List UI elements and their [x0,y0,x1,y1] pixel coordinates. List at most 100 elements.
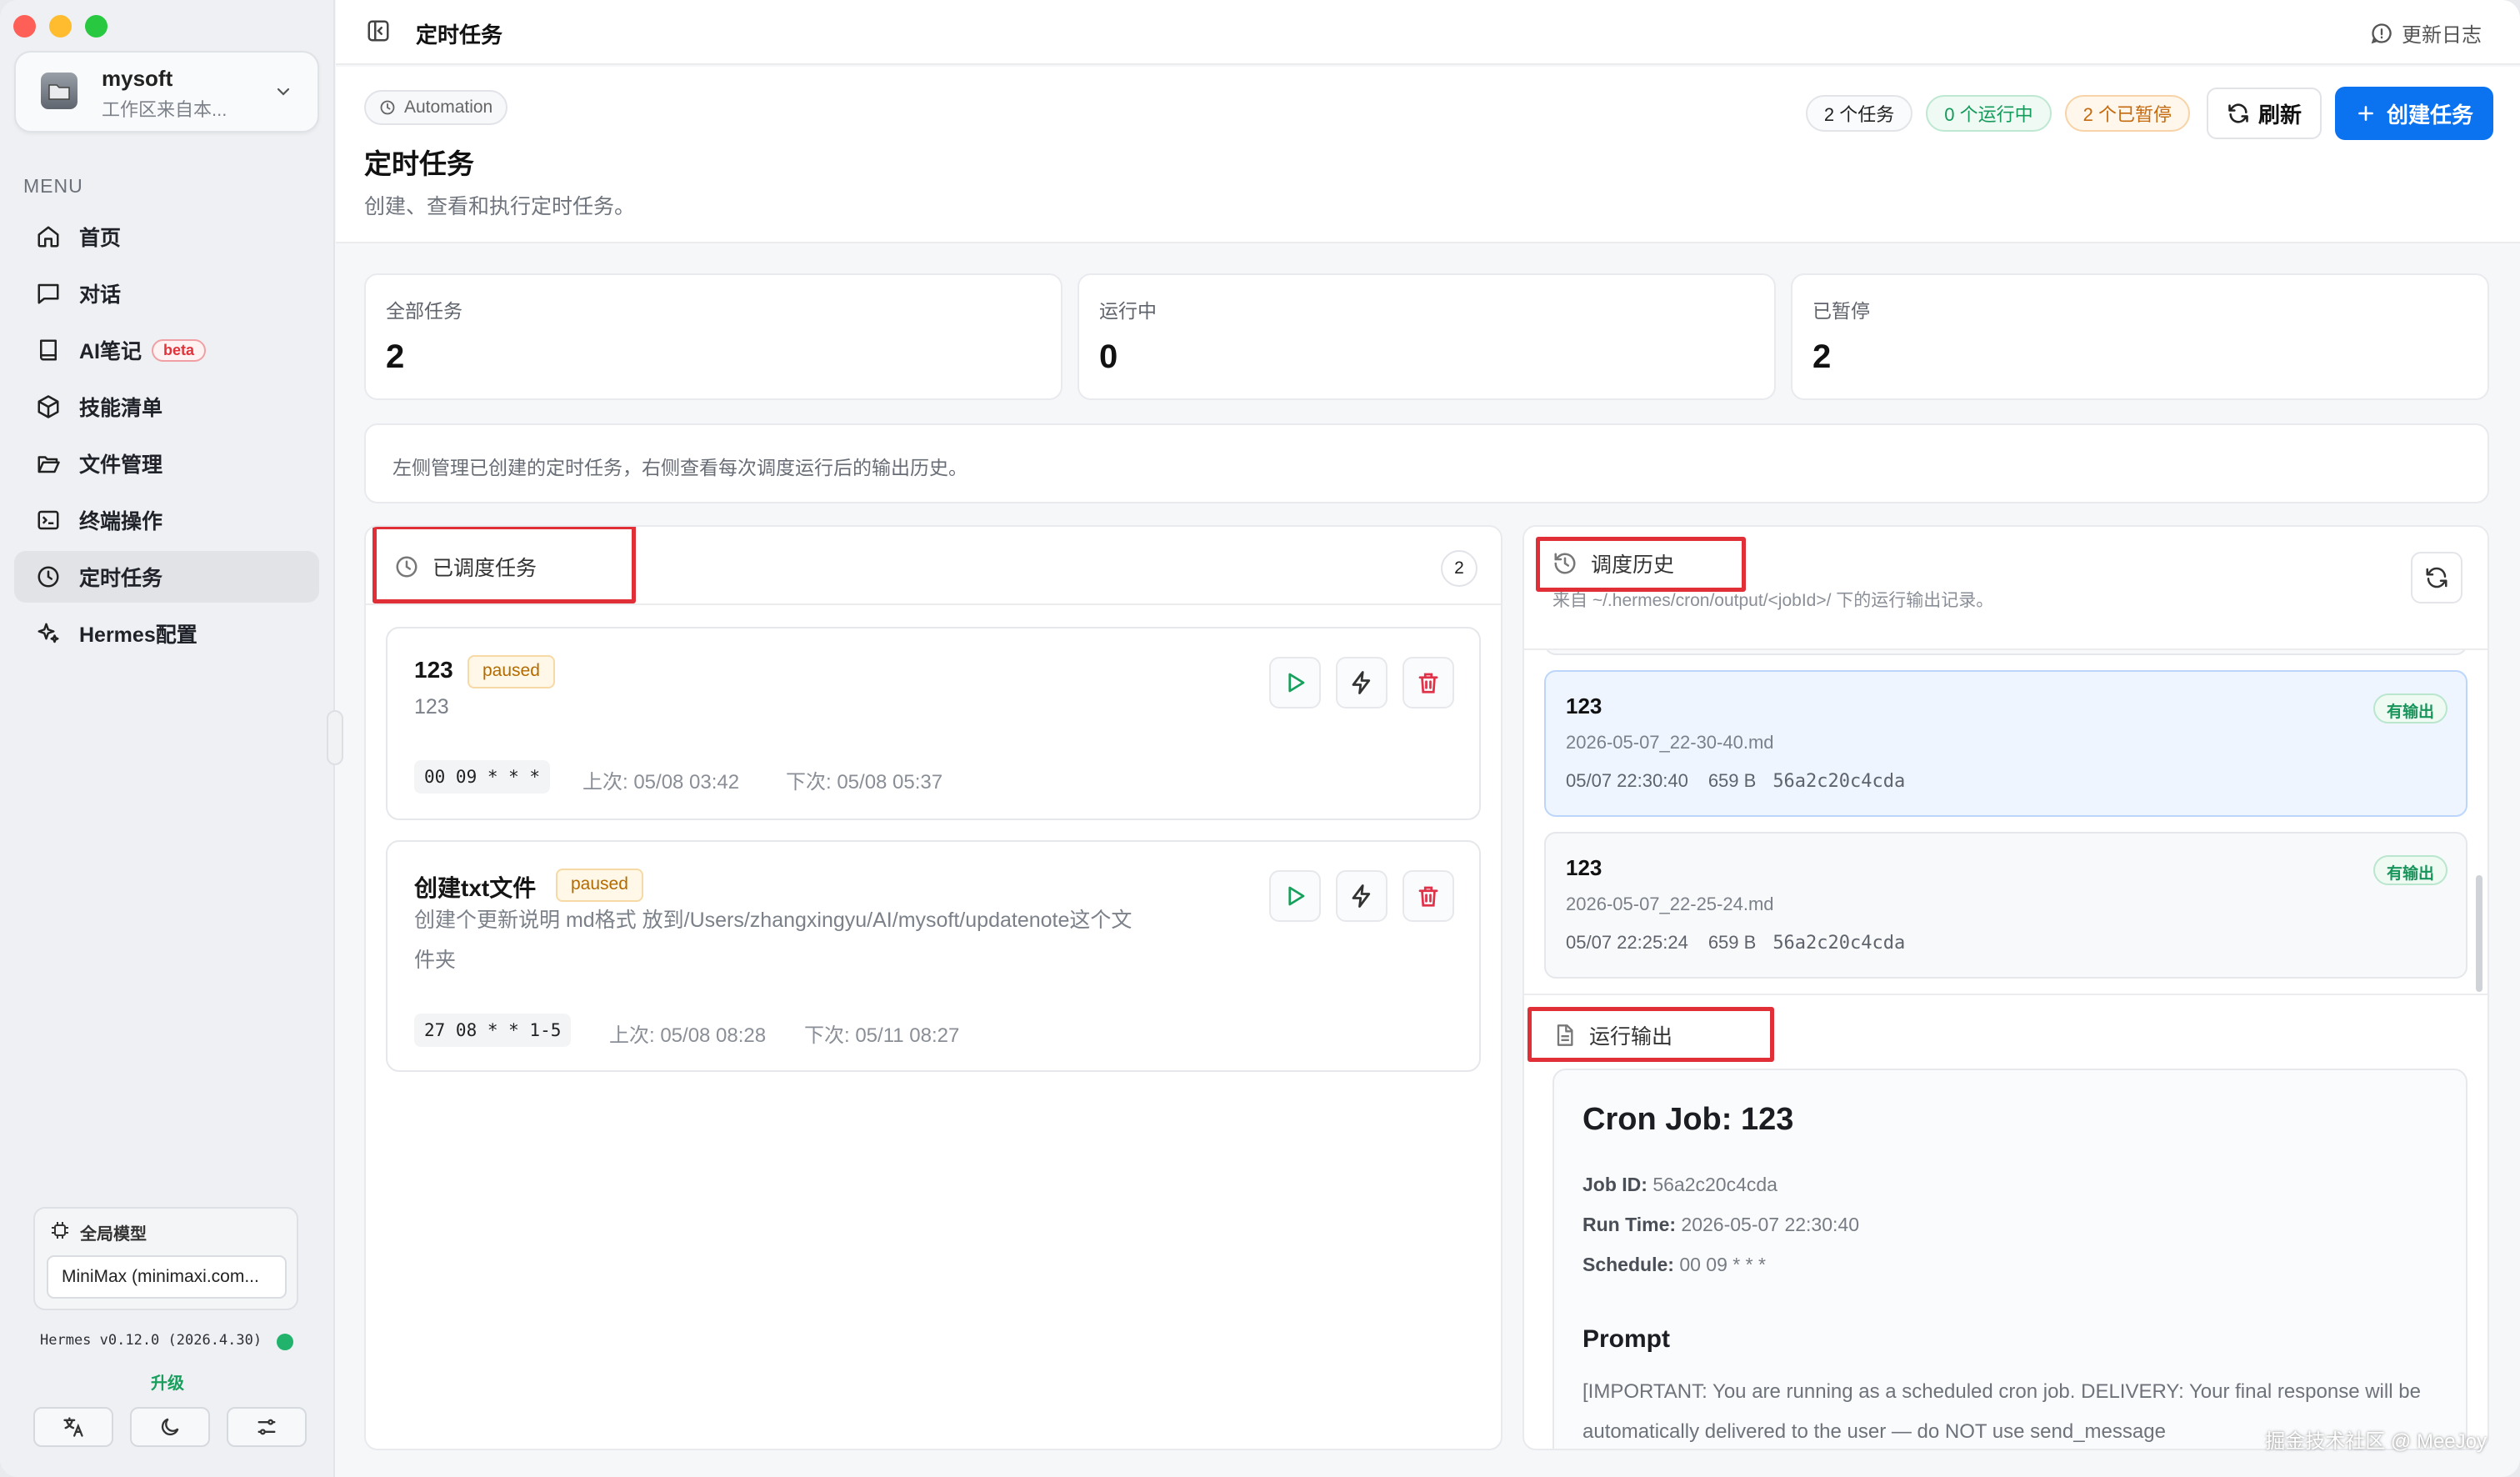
watermark: 掘金技术社区 @ MeeJoy [2265,1430,2487,1453]
resume-task-button[interactable] [1269,870,1321,922]
global-model-title: 全局模型 [80,1225,147,1244]
automation-chip-label: Automation [404,98,493,117]
close-window-button[interactable] [13,15,36,38]
nav-item-files[interactable]: 文件管理 [14,438,319,489]
theme-toggle-button[interactable] [130,1407,210,1447]
stat-value: 2 [1812,338,1832,375]
refresh-icon [2426,567,2448,588]
refresh-button[interactable]: 刷新 [2206,88,2322,139]
clock-icon [380,100,395,115]
status-dot [277,1334,293,1350]
sidebar: mysoft 工作区来自本... MENU 首页 对话 AI笔记 beta 技能… [0,0,335,1477]
play-icon [1288,673,1305,693]
output-schedule: Schedule: 00 09 * * * [1582,1254,1766,1276]
delete-task-button[interactable] [1402,657,1454,708]
nav-item-hermes-config[interactable]: Hermes配置 [14,608,319,659]
scheduled-tasks-panel: 已调度任务 2 123 paused 123 00 09 * * * 上次: 0… [364,525,1502,1450]
play-icon [1288,886,1305,906]
header-actions: 2 个任务 0 个运行中 2 个已暂停 刷新 创建任务 [1805,87,2493,140]
workspace-switcher[interactable]: mysoft 工作区来自本... [14,51,319,133]
create-task-label: 创建任务 [2386,102,2473,128]
changelog-link[interactable]: 更新日志 [2370,18,2482,48]
upgrade-link[interactable]: 升级 [0,1369,335,1394]
global-model-select[interactable]: MiniMax (minimaxi.com... [47,1255,287,1299]
run-meta: 05/07 22:30:40 659 B 56a2c20c4cda [1566,770,1905,792]
minimize-window-button[interactable] [49,15,72,38]
nav-item-skills[interactable]: 技能清单 [14,381,319,433]
lightning-icon [1352,884,1371,908]
total-tasks-badge: 2 个任务 [1805,95,1913,132]
plus-icon [2358,106,2373,121]
stat-label: 全部任务 [386,300,462,322]
task-actions [1269,657,1454,708]
nav-label: 首页 [79,227,122,250]
run-time: 05/07 22:25:24 [1566,932,1688,953]
task-status-badge: paused [468,655,555,688]
output-content: Cron Job: 123 Job ID: 56a2c20c4cda Run T… [1552,1069,2468,1449]
delete-task-button[interactable] [1402,870,1454,922]
resume-task-button[interactable] [1269,657,1321,708]
output-heading-2: Prompt [1582,1325,1670,1353]
paused-badge: 2 个已暂停 [2064,95,2190,132]
history-panel: 调度历史 来自 ~/.hermes/cron/output/<jobId>/ 下… [1522,525,2489,1450]
stat-label: 已暂停 [1812,300,1870,322]
global-model-panel: 全局模型 MiniMax (minimaxi.com... [33,1207,298,1310]
run-size: 659 B [1708,932,1757,953]
info-note: 左侧管理已创建的定时任务，右侧查看每次调度运行后的输出历史。 [364,423,2489,503]
settings-sliders-button[interactable] [227,1407,307,1447]
task-name: 创建txt文件 [414,875,537,901]
history-item[interactable]: 123 2026-05-07_22-30-40.md 05/07 22:30:4… [1544,670,2468,817]
run-name: 123 [1566,693,1602,718]
beta-badge: beta [152,338,207,362]
create-task-button[interactable]: 创建任务 [2334,87,2493,140]
chat-icon [34,279,62,308]
refresh-history-button[interactable] [2411,552,2462,603]
task-next-run: 下次: 05/08 05:37 [786,771,943,794]
task-last-run: 上次: 05/08 03:42 [582,771,740,794]
history-list: 123 2026-05-07_22-30-40.md 05/07 22:30:4… [1524,648,2488,995]
nav-item-home[interactable]: 首页 [14,211,319,263]
sidebar-toggle-icon[interactable] [366,18,391,43]
has-output-badge: 有输出 [2372,855,2448,885]
run-meta: 05/07 22:25:24 659 B 56a2c20c4cda [1566,932,1905,954]
task-status-badge: paused [556,869,643,902]
refresh-label: 刷新 [2258,102,2302,128]
nav-label: 对话 [79,283,122,307]
nav-item-ai-notes[interactable]: AI笔记 beta [14,324,319,376]
chevron-down-icon [274,83,292,101]
task-card[interactable]: 创建txt文件 paused 创建个更新说明 md格式 放到/Users/zha… [386,840,1481,1072]
sidebar-footer-buttons [33,1407,307,1447]
stat-value: 0 [1099,338,1118,375]
page-description: 创建、查看和执行定时任务。 [364,195,636,218]
nav-item-scheduled-tasks[interactable]: 定时任务 [14,551,319,603]
stat-value: 2 [386,338,405,375]
highlight-box [1536,537,1746,592]
job-id-value: 56a2c20c4cda [1652,1174,1778,1195]
main-nav: 首页 对话 AI笔记 beta 技能清单 文件管理 终端操作 定时任务 Herm… [14,211,319,664]
run-hash: 56a2c20c4cda [1772,933,1906,954]
nav-item-terminal[interactable]: 终端操作 [14,494,319,546]
run-size: 659 B [1708,770,1757,791]
page-title: 定时任务 [364,148,474,179]
history-item[interactable]: 123 2026-05-07_22-25-24.md 05/07 22:25:2… [1544,832,2468,979]
folder-icon [41,73,78,109]
nav-item-chat[interactable]: 对话 [14,268,319,319]
history-item-partial [1544,650,2468,655]
task-card[interactable]: 123 paused 123 00 09 * * * 上次: 05/08 03:… [386,627,1481,820]
zoom-window-button[interactable] [85,15,108,38]
highlight-box [372,527,636,603]
sidebar-resize-handle[interactable] [327,710,343,765]
trash-icon [1418,673,1438,693]
stat-label: 运行中 [1099,300,1157,322]
workspace-subtitle: 工作区来自本... [102,99,228,120]
trash-icon [1418,886,1438,907]
run-now-button[interactable] [1336,657,1388,708]
box-icon [34,393,62,421]
run-now-button[interactable] [1336,870,1388,922]
nav-label: 文件管理 [79,453,163,477]
menu-heading: MENU [23,175,83,197]
nav-label: Hermes配置 [79,623,198,647]
history-scrollbar[interactable] [2476,875,2482,992]
stat-card-running: 运行中 0 [1078,273,1776,400]
language-button[interactable] [33,1407,113,1447]
